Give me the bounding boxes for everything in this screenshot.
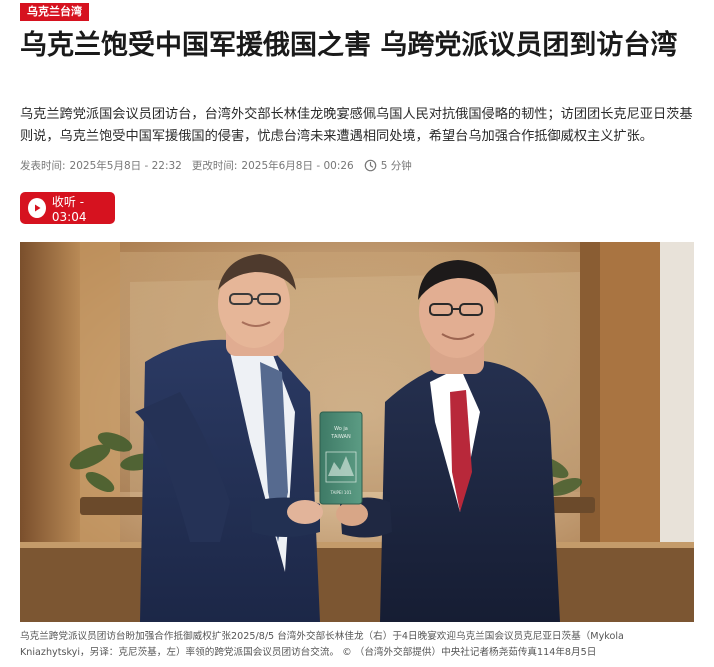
play-icon (28, 198, 46, 218)
gift-book: Wo ja TAIWAN TAIPEI 101 (319, 411, 363, 505)
listen-button[interactable]: 收听 - 03:04 (20, 192, 115, 224)
clock-icon (364, 159, 377, 172)
article-headline: 乌克兰饱受中国军援俄国之害 乌跨党派议员团到访台湾 (20, 30, 678, 61)
article-page: 乌克兰台湾 乌克兰饱受中国军援俄国之害 乌跨党派议员团到访台湾 乌克兰跨党派国会… (0, 0, 714, 667)
read-time: 5 分钟 (380, 160, 412, 172)
book-text-2: TAIWAN (330, 434, 351, 440)
published-label: 发表时间: (20, 160, 66, 172)
listen-label: 收听 - 03:04 (51, 194, 87, 224)
category-tag[interactable]: 乌克兰台湾 (20, 3, 89, 21)
article-photo: Wo ja TAIWAN TAIPEI 101 (20, 242, 694, 622)
book-text-1: Wo ja (334, 426, 348, 432)
updated-time: 2025年6月8日 - 00:26 (241, 160, 354, 172)
published-time: 2025年5月8日 - 22:32 (69, 160, 182, 172)
article-summary: 乌克兰跨党派国会议员团访台，台湾外交部长林佳龙晚宴感佩乌国人民对抗俄国侵略的韧性… (20, 107, 693, 144)
updated-label: 更改时间: (191, 160, 238, 172)
article-meta: 发表时间: 2025年5月8日 - 22:32 更改时间: 2025年6月8日 … (20, 158, 412, 173)
book-text-3: TAIPEI 101 (329, 490, 352, 495)
photo-caption: 乌克兰跨党派议员团访台盼加强合作抵御威权扩张2025/8/5 台湾外交部长林佳龙… (20, 631, 624, 658)
